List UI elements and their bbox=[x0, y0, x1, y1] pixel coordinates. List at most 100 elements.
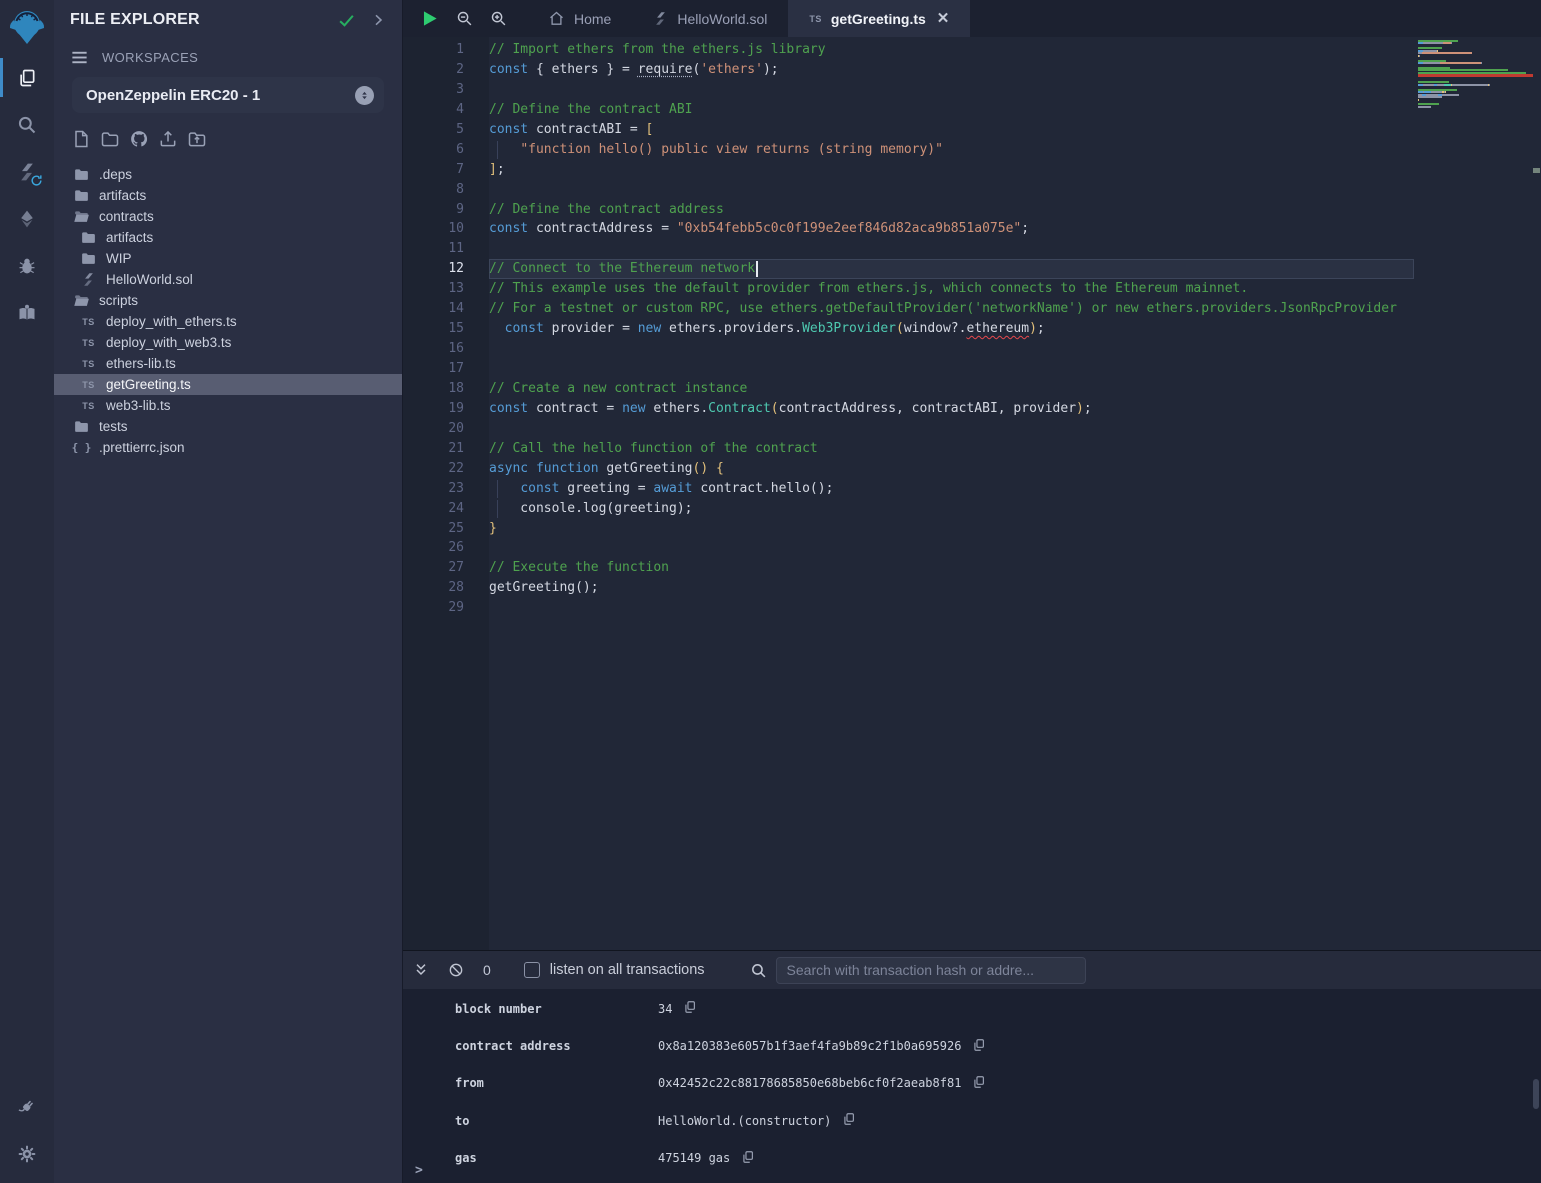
code-line[interactable] bbox=[489, 80, 1414, 100]
new-folder-icon bbox=[100, 129, 120, 149]
code-line[interactable]: // For a testnet or custom RPC, use ethe… bbox=[489, 299, 1414, 319]
activity-item-deploy-run[interactable] bbox=[0, 195, 54, 242]
code-line[interactable]: // This example uses the default provide… bbox=[489, 279, 1414, 299]
minimap-segment bbox=[1451, 42, 1453, 44]
upload-file-button[interactable] bbox=[158, 129, 178, 154]
tree-item-wip[interactable]: WIP bbox=[54, 248, 402, 269]
copy-icon[interactable] bbox=[842, 1112, 856, 1129]
code-line[interactable] bbox=[489, 339, 1414, 359]
new-folder-button[interactable] bbox=[100, 129, 120, 154]
code-line[interactable]: const contractABI = [ bbox=[489, 120, 1414, 140]
tree-item-contracts[interactable]: contracts bbox=[54, 206, 402, 227]
code-line[interactable]: const provider = new ethers.providers.We… bbox=[489, 319, 1414, 339]
code-line[interactable]: const { ethers } = require('ethers'); bbox=[489, 60, 1414, 80]
folder-icon bbox=[80, 229, 97, 246]
copy-icon[interactable] bbox=[972, 1075, 986, 1092]
copy-icon[interactable] bbox=[683, 1000, 697, 1017]
github-button[interactable] bbox=[129, 129, 149, 154]
code-line[interactable]: } bbox=[489, 519, 1414, 539]
code-line[interactable] bbox=[489, 598, 1414, 618]
activity-item-file-explorer[interactable] bbox=[0, 54, 54, 101]
code-token: Contract bbox=[708, 401, 771, 416]
code-line[interactable]: const contract = new ethers.Contract(con… bbox=[489, 399, 1414, 419]
terminal-scrollbar[interactable] bbox=[1533, 1079, 1539, 1109]
activity-item-debugger[interactable] bbox=[0, 242, 54, 289]
minimap[interactable] bbox=[1418, 37, 1533, 111]
tree-item-deploy-with-ethers-ts[interactable]: TSdeploy_with_ethers.ts bbox=[54, 311, 402, 332]
code-line[interactable]: // Execute the function bbox=[489, 558, 1414, 578]
code-line[interactable]: // Import ethers from the ethers.js libr… bbox=[489, 40, 1414, 60]
tree-item-artifacts[interactable]: artifacts bbox=[54, 227, 402, 248]
activity-item-plugin-manager[interactable] bbox=[0, 1083, 54, 1130]
activity-item-solidity-compiler[interactable] bbox=[0, 148, 54, 195]
caret-updown-icon bbox=[355, 86, 374, 105]
hamburger-menu-icon[interactable] bbox=[70, 48, 89, 67]
tree-item-deploy-with-web3-ts[interactable]: TSdeploy_with_web3.ts bbox=[54, 332, 402, 353]
transaction-detail-value: HelloWorld.(constructor) bbox=[658, 1112, 856, 1129]
code-line[interactable]: // Define the contract ABI bbox=[489, 100, 1414, 120]
overview-ruler[interactable] bbox=[1533, 37, 1541, 950]
code-line[interactable]: const greeting = await contract.hello(); bbox=[489, 479, 1414, 499]
tree-item-web3-lib-ts[interactable]: TSweb3-lib.ts bbox=[54, 395, 402, 416]
zoom-in-icon[interactable] bbox=[490, 10, 507, 27]
tree-item-prettierrc-json[interactable]: { }.prettierrc.json bbox=[54, 437, 402, 458]
code-line[interactable]: // Create a new contract instance bbox=[489, 379, 1414, 399]
tab-home[interactable]: Home bbox=[527, 0, 632, 37]
run-script-button[interactable] bbox=[420, 9, 439, 28]
code-line[interactable]: console.log(greeting); bbox=[489, 499, 1414, 519]
collapse-terminal-icon[interactable] bbox=[413, 962, 429, 978]
code-line[interactable] bbox=[489, 180, 1414, 200]
code-line[interactable]: const contractAddress = "0xb54febb5c0c0f… bbox=[489, 219, 1414, 239]
code-line[interactable]: // Call the hello function of the contra… bbox=[489, 439, 1414, 459]
tree-item-artifacts[interactable]: artifacts bbox=[54, 185, 402, 206]
chevron-right-icon[interactable] bbox=[370, 12, 386, 28]
code-content[interactable]: // Import ethers from the ethers.js libr… bbox=[489, 37, 1414, 950]
code-token: contract.hello(); bbox=[693, 481, 834, 496]
code-line[interactable]: // Connect to the Ethereum network bbox=[489, 259, 1414, 279]
close-icon[interactable]: ✕ bbox=[937, 11, 950, 26]
code-line[interactable]: getGreeting(); bbox=[489, 578, 1414, 598]
tree-item-ethers-lib-ts[interactable]: TSethers-lib.ts bbox=[54, 353, 402, 374]
tree-item-helloworld-sol[interactable]: HelloWorld.sol bbox=[54, 269, 402, 290]
code-line[interactable] bbox=[489, 538, 1414, 558]
code-line[interactable]: "function hello() public view returns (s… bbox=[489, 140, 1414, 160]
clear-console-icon[interactable] bbox=[448, 962, 464, 978]
tab-getgreeting-ts[interactable]: TSgetGreeting.ts✕ bbox=[788, 0, 970, 37]
upload-file-icon bbox=[158, 129, 178, 149]
transaction-detail-value: 0x42452c22c88178685850e68beb6cf0f2aeab8f… bbox=[658, 1075, 986, 1092]
code-token: "function hello() public view returns (s… bbox=[520, 142, 943, 157]
code-line[interactable] bbox=[489, 419, 1414, 439]
code-line[interactable] bbox=[489, 359, 1414, 379]
upload-folder-button[interactable] bbox=[187, 129, 207, 154]
code-line[interactable]: async function getGreeting() { bbox=[489, 459, 1414, 479]
tree-item-scripts[interactable]: scripts bbox=[54, 290, 402, 311]
minimap-segment bbox=[1418, 72, 1526, 74]
line-number: 22 bbox=[403, 459, 464, 479]
tree-item-getgreeting-ts[interactable]: TSgetGreeting.ts bbox=[54, 374, 402, 395]
copy-icon[interactable] bbox=[741, 1150, 755, 1167]
activity-item-learneth[interactable] bbox=[0, 289, 54, 336]
copy-icon[interactable] bbox=[972, 1038, 986, 1055]
zoom-out-icon[interactable] bbox=[456, 10, 473, 27]
code-line[interactable]: // Define the contract address bbox=[489, 200, 1414, 220]
code-line[interactable]: ]; bbox=[489, 160, 1414, 180]
code-token: await bbox=[653, 481, 692, 496]
tree-item-tests[interactable]: tests bbox=[54, 416, 402, 437]
new-file-button[interactable] bbox=[71, 129, 91, 154]
activity-item-search[interactable] bbox=[0, 101, 54, 148]
activity-item-settings[interactable] bbox=[0, 1130, 54, 1177]
listen-transactions-checkbox[interactable] bbox=[524, 962, 540, 978]
code-line[interactable] bbox=[489, 239, 1414, 259]
tab-helloworld-sol[interactable]: HelloWorld.sol bbox=[632, 0, 788, 37]
transaction-search-input[interactable] bbox=[776, 957, 1086, 984]
code-token: ) bbox=[1076, 401, 1084, 416]
code-token: new bbox=[622, 401, 645, 416]
code-editor[interactable]: 1234567891011121314151617181920212223242… bbox=[403, 37, 1541, 950]
line-number: 7 bbox=[403, 160, 464, 180]
transaction-detail-text: 0x42452c22c88178685850e68beb6cf0f2aeab8f… bbox=[658, 1076, 961, 1090]
remix-logo-icon bbox=[0, 0, 54, 54]
workspace-select[interactable]: OpenZeppelin ERC20 - 1 bbox=[72, 77, 384, 113]
tree-item-deps[interactable]: .deps bbox=[54, 164, 402, 185]
line-number: 27 bbox=[403, 558, 464, 578]
code-token: ( bbox=[896, 321, 904, 336]
